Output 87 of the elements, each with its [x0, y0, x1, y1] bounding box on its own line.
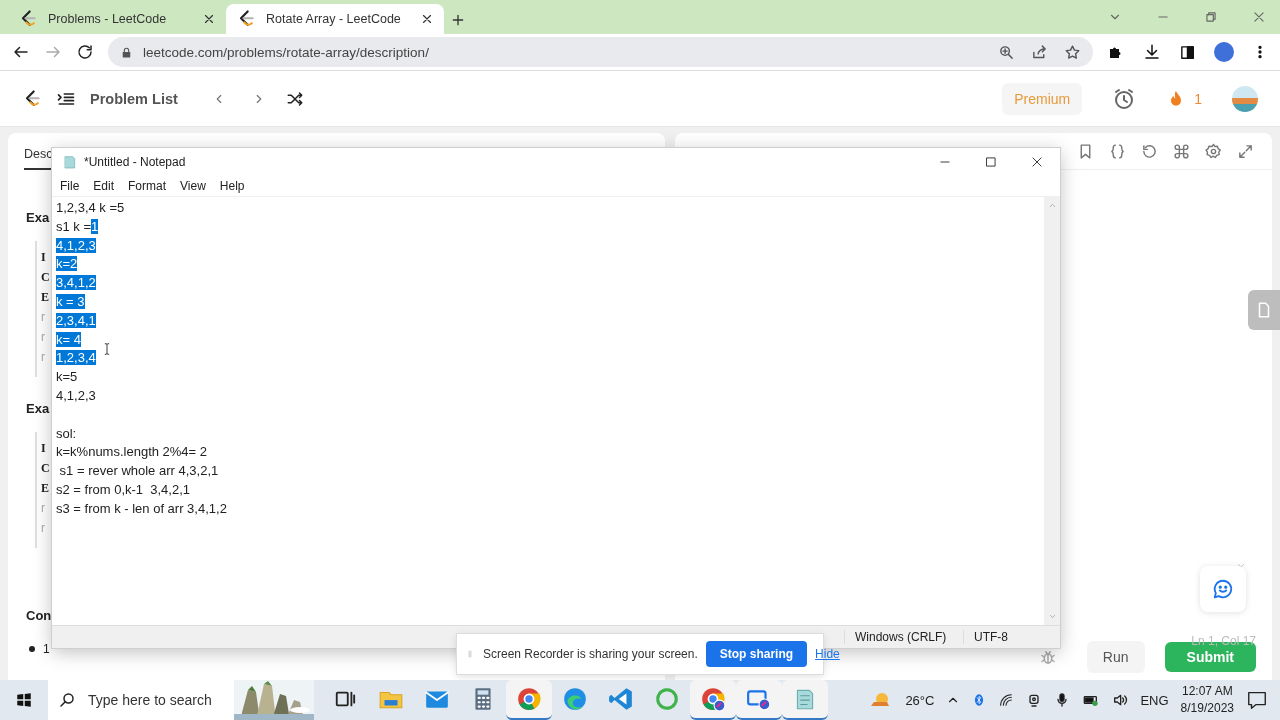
- selected-text: 4,1,2,3: [56, 237, 96, 253]
- selected-text: 1,2,3,4: [56, 350, 96, 366]
- new-tab-icon[interactable]: [450, 12, 466, 28]
- section-heading: Exa: [26, 210, 50, 225]
- clock[interactable]: 12:07 AM 8/19/2023: [1180, 683, 1234, 717]
- text-line: 1,2,3,4 k =5: [56, 200, 125, 215]
- text-line: s1 = rever whole arr 4,3,2,1: [58, 463, 219, 479]
- volume-icon[interactable]: [1112, 692, 1129, 708]
- problem-list-link[interactable]: Problem List: [90, 90, 178, 107]
- shuffle-icon[interactable]: [285, 89, 304, 108]
- window-title: *Untitled - Notepad: [84, 155, 186, 169]
- wifi-icon[interactable]: [998, 692, 1015, 708]
- download-icon[interactable]: [1143, 43, 1161, 61]
- chrome-icon[interactable]: [516, 686, 542, 712]
- text-line: k=k%nums.length 2%4= 2: [56, 444, 208, 460]
- section-heading: Exa: [26, 401, 50, 416]
- lock-icon: [120, 45, 133, 59]
- reset-icon[interactable]: [1141, 142, 1158, 160]
- user-avatar[interactable]: [1232, 85, 1258, 112]
- text-line: k=5: [56, 369, 78, 385]
- temperature[interactable]: 26°C: [905, 692, 935, 708]
- selected-text: 2,3,4,1: [56, 312, 96, 328]
- close-icon[interactable]: [202, 12, 216, 26]
- run-button[interactable]: Run: [1086, 641, 1145, 673]
- expand-icon[interactable]: [1237, 142, 1254, 160]
- example-text: r: [41, 500, 45, 517]
- notepad-icon: [62, 154, 78, 170]
- status-text: UTF-8: [963, 630, 1060, 644]
- feedback-button[interactable]: [1200, 566, 1246, 612]
- example-text: C: [41, 460, 50, 477]
- share-icon[interactable]: [1031, 43, 1048, 61]
- edge-icon[interactable]: [562, 686, 588, 712]
- windows-icon: [15, 691, 33, 709]
- side-panel-icon[interactable]: [1179, 43, 1196, 61]
- hide-link[interactable]: Hide: [815, 647, 840, 661]
- command-icon[interactable]: [1173, 142, 1190, 160]
- streak-count: 1: [1194, 90, 1202, 107]
- menu-item[interactable]: Edit: [93, 179, 115, 193]
- text-line: s2 = from 0,k-1 3,4,2,1: [56, 481, 191, 497]
- example-text: r: [41, 329, 45, 346]
- text-line: s1 k =: [56, 218, 92, 234]
- sharing-message: Screen Recorder is sharing your screen.: [483, 647, 698, 661]
- search-icon: [58, 691, 76, 709]
- reload-icon[interactable]: [76, 43, 94, 61]
- example-text: r: [41, 309, 45, 326]
- profile-avatar[interactable]: [1214, 42, 1234, 62]
- text-line: sol:: [56, 425, 77, 441]
- restore-icon[interactable]: [1204, 10, 1218, 24]
- status-text: Windows (CRLF): [844, 630, 963, 644]
- selected-text: 3,4,1,2: [56, 275, 96, 291]
- browser-tab[interactable]: Problems - LeetCode: [8, 4, 226, 34]
- selected-text: k= 4: [56, 331, 81, 347]
- example-text: I: [41, 249, 46, 266]
- close-icon[interactable]: [420, 12, 434, 26]
- zoom-icon[interactable]: [998, 43, 1015, 61]
- browser-tab[interactable]: Rotate Array - LeetCode: [226, 4, 444, 34]
- text-line: s3 = from k - len of arr 3,4,1,2: [56, 500, 227, 516]
- chrome-share-icon[interactable]: [700, 686, 726, 712]
- menu-item[interactable]: Format: [128, 179, 167, 193]
- address-bar[interactable]: leetcode.com/problems/rotate-array/description/: [108, 37, 1093, 67]
- maximize-icon[interactable]: [984, 155, 998, 169]
- bug-icon[interactable]: [1038, 648, 1057, 666]
- selected-text: k = 3: [56, 294, 85, 309]
- constraint-text: 1: [43, 641, 50, 658]
- example-text: E: [41, 480, 49, 497]
- language-indicator[interactable]: ENG: [1140, 692, 1169, 708]
- section-heading: Con: [26, 608, 52, 623]
- code-editor-icon[interactable]: [608, 686, 634, 712]
- menu-item[interactable]: View: [180, 179, 206, 193]
- example-text: r: [41, 349, 45, 366]
- braces-icon[interactable]: [1109, 142, 1126, 160]
- settings-icon[interactable]: [1205, 142, 1222, 160]
- close-icon[interactable]: [1030, 155, 1044, 169]
- menu-item[interactable]: Help: [219, 179, 245, 193]
- star-icon[interactable]: [1064, 43, 1081, 61]
- selected-text: k=2: [56, 256, 78, 272]
- bullet-dot: [29, 646, 35, 652]
- example-text: I: [41, 440, 46, 457]
- example-text: C: [41, 269, 50, 286]
- example-text: E: [41, 289, 49, 306]
- menu-item[interactable]: File: [60, 179, 80, 193]
- notification-icon[interactable]: [1246, 689, 1268, 711]
- example-text: r: [41, 520, 45, 537]
- stop-sharing-button[interactable]: Stop sharing: [705, 641, 808, 667]
- text-line: 4,1,2,3: [56, 387, 96, 403]
- smiley-chat-icon: [1212, 578, 1234, 600]
- selected-text: 1: [91, 218, 99, 234]
